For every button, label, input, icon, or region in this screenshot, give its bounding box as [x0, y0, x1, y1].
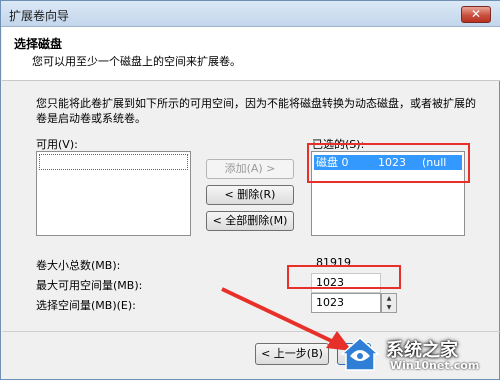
annotation-arrow — [221, 287, 352, 351]
watermark: 系统之家 Win10net.com — [338, 334, 498, 378]
watermark-url: Win10net.com — [390, 359, 480, 372]
house-logo-icon — [340, 336, 380, 371]
